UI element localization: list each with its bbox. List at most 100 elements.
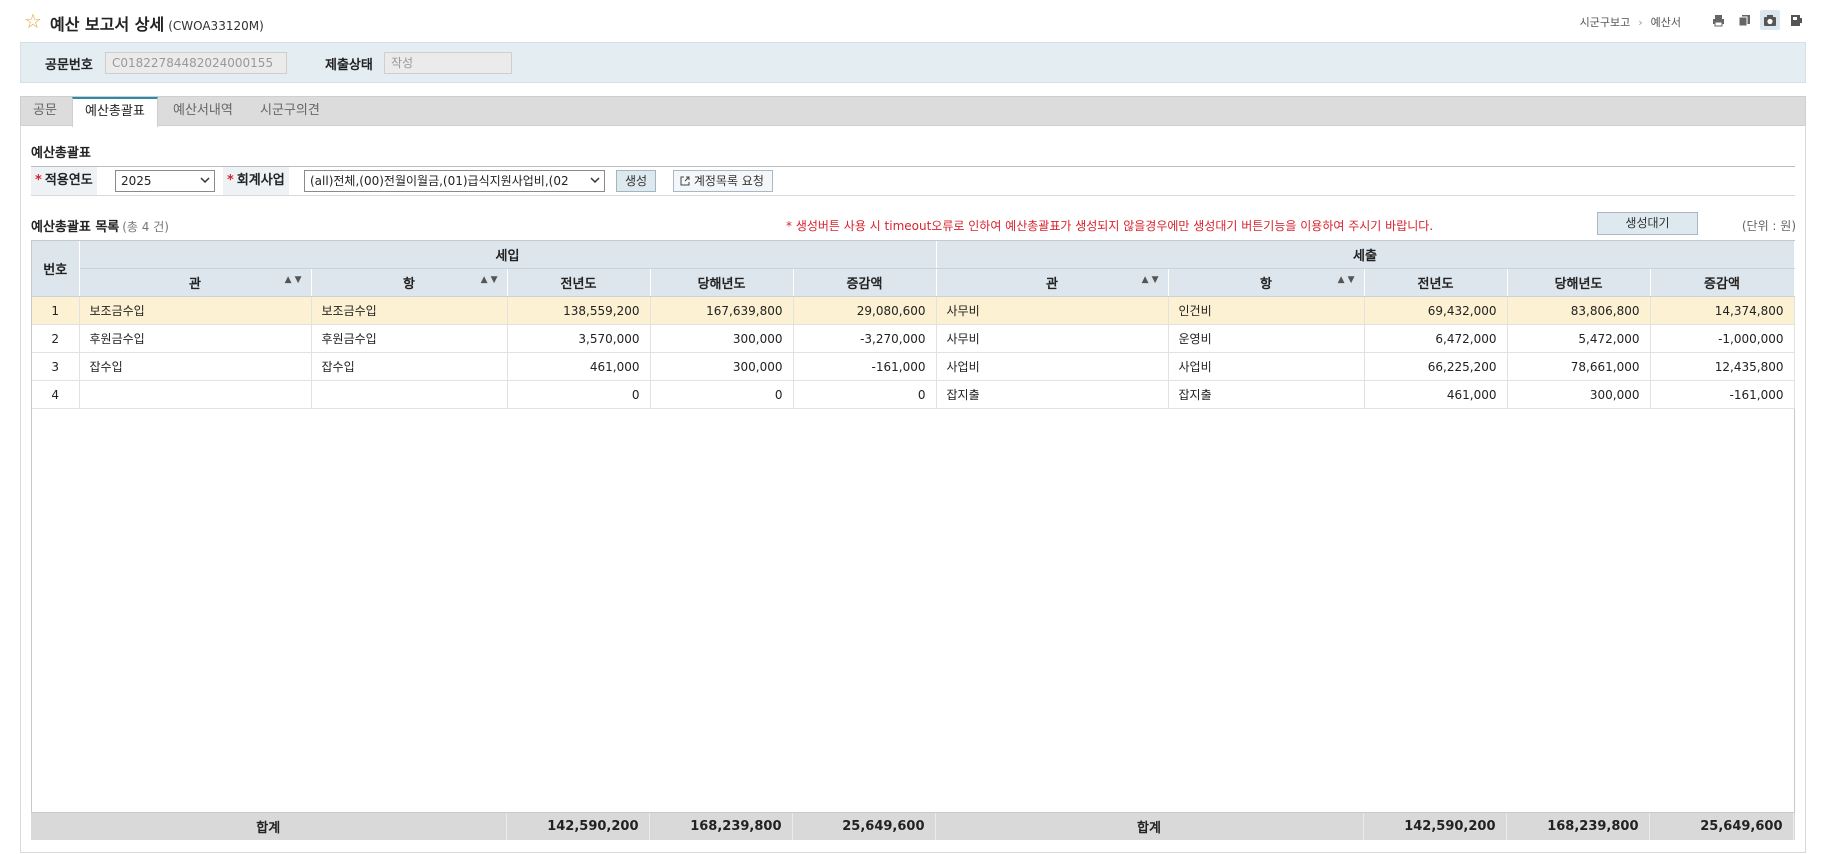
table-row[interactable]: 2 후원금수입 후원금수입 3,570,000 300,000 -3,270,0… <box>32 324 1795 353</box>
breadcrumb: 시군구보고 › 예산서 <box>1580 14 1681 30</box>
cell-income-hang: 후원금수입 <box>311 324 508 353</box>
col-header-income-hang[interactable]: 항 ▲▼ <box>311 268 508 297</box>
status-label: 제출상태 <box>325 58 373 73</box>
timeout-warning: * 생성버튼 사용 시 timeout오류로 인하여 예산총괄표가 생성되지 않… <box>786 219 1434 233</box>
create-button[interactable]: 생성 <box>616 170 657 192</box>
copy-icon[interactable] <box>1734 10 1754 30</box>
year-select[interactable]: 2025 <box>115 170 215 192</box>
cell-no: 3 <box>32 352 80 381</box>
sort-filter-icon[interactable]: ▲▼ <box>1142 275 1162 285</box>
cell-expense-diff: 12,435,800 <box>1650 352 1795 381</box>
tab-budget-details[interactable]: 예산서내역 <box>161 97 245 126</box>
col-header-income-diff: 증감액 <box>793 268 937 297</box>
cell-expense-prev: 66,225,200 <box>1364 352 1508 381</box>
col-header-expense-hang[interactable]: 항 ▲▼ <box>1168 268 1365 297</box>
tab-official-doc[interactable]: 공문 <box>21 97 69 126</box>
cell-income-diff: -161,000 <box>793 352 937 381</box>
cell-income-gwan <box>79 380 312 409</box>
table-row[interactable]: 3 잡수입 잡수입 461,000 300,000 -161,000 사업비 사… <box>32 352 1795 381</box>
list-count: (총 4 건) <box>122 220 169 234</box>
cell-income-curr: 0 <box>650 380 794 409</box>
wait-generate-button[interactable]: 생성대기 <box>1597 212 1698 235</box>
sort-filter-icon[interactable]: ▲▼ <box>481 275 501 285</box>
budget-summary-grid: 번호 세입 세출 관 ▲▼ 항 ▲▼ 전년도 당해년도 증감액 관 ▲▼ 항 ▲▼ 전년… <box>31 240 1795 840</box>
col-header-no: 번호 <box>32 241 80 297</box>
chevron-down-icon <box>200 171 210 191</box>
cell-income-hang <box>311 380 508 409</box>
sort-filter-icon[interactable]: ▲▼ <box>285 275 305 285</box>
sort-filter-icon[interactable]: ▲▼ <box>1338 275 1358 285</box>
total-income-diff: 25,649,600 <box>792 813 936 840</box>
settings-icon[interactable] <box>1786 10 1806 30</box>
header-toolbar <box>1708 10 1806 30</box>
cell-income-gwan: 후원금수입 <box>79 324 312 353</box>
cell-expense-curr: 78,661,000 <box>1507 352 1651 381</box>
cell-expense-prev: 69,432,000 <box>1364 296 1508 325</box>
cell-income-gwan: 잡수입 <box>79 352 312 381</box>
external-link-icon <box>680 174 694 188</box>
col-group-income: 세입 <box>79 241 937 269</box>
cell-expense-gwan: 사무비 <box>936 296 1169 325</box>
camera-icon[interactable] <box>1760 10 1780 30</box>
tab-budget-summary[interactable]: 예산총괄표 <box>72 97 158 127</box>
doc-no-field[interactable]: C01822784482024000155 <box>105 52 287 74</box>
cell-income-diff: 29,080,600 <box>793 296 937 325</box>
tab-bar: 공문 예산총괄표 예산서내역 시군구의견 <box>20 96 1806 127</box>
cell-income-prev: 0 <box>507 380 651 409</box>
cell-no: 1 <box>32 296 80 325</box>
cell-expense-diff: 14,374,800 <box>1650 296 1795 325</box>
cell-expense-gwan: 잡지출 <box>936 380 1169 409</box>
page-title: 예산 보고서 상세 (CWOA33120M) <box>50 11 264 35</box>
col-header-expense-gwan[interactable]: 관 ▲▼ <box>936 268 1169 297</box>
account-label: * 회계사업 <box>223 167 289 195</box>
total-expense-label: 합계 <box>935 813 1364 840</box>
cell-income-curr: 300,000 <box>650 324 794 353</box>
favorite-star-icon[interactable]: ☆ <box>24 10 42 32</box>
table-row[interactable]: 4 0 0 0 잡지출 잡지출 461,000 300,000 -161,000 <box>32 380 1795 409</box>
total-expense-diff: 25,649,600 <box>1649 813 1794 840</box>
col-header-expense-curr: 당해년도 <box>1507 268 1651 297</box>
cell-expense-hang: 운영비 <box>1168 324 1365 353</box>
status-field[interactable]: 작성 <box>384 52 512 74</box>
page-header: ☆ 예산 보고서 상세 (CWOA33120M) 시군구보고 › 예산서 <box>0 0 1826 42</box>
cell-expense-hang: 사업비 <box>1168 352 1365 381</box>
col-header-expense-prev: 전년도 <box>1364 268 1508 297</box>
page-code: (CWOA33120M) <box>168 19 264 33</box>
cell-expense-prev: 461,000 <box>1364 380 1508 409</box>
cell-no: 4 <box>32 380 80 409</box>
col-header-expense-diff: 증감액 <box>1650 268 1795 297</box>
cell-expense-curr: 83,806,800 <box>1507 296 1651 325</box>
breadcrumb-separator-icon: › <box>1638 16 1643 29</box>
total-income-prev: 142,590,200 <box>506 813 650 840</box>
info-bar: 공문번호 C01822784482024000155 제출상태 작성 <box>20 42 1806 83</box>
list-title: 예산총괄표 목록 (총 4 건) <box>31 220 169 235</box>
account-request-button[interactable]: 계정목록 요청 <box>673 170 773 192</box>
grid-total-row: 합계 142,590,200 168,239,800 25,649,600 합계… <box>31 812 1795 840</box>
cell-income-gwan: 보조금수입 <box>79 296 312 325</box>
cell-expense-diff: -161,000 <box>1650 380 1795 409</box>
cell-expense-gwan: 사무비 <box>936 324 1169 353</box>
cell-income-prev: 138,559,200 <box>507 296 651 325</box>
cell-income-hang: 잡수입 <box>311 352 508 381</box>
cell-income-hang: 보조금수입 <box>311 296 508 325</box>
print-icon[interactable] <box>1708 10 1728 30</box>
page-title-text: 예산 보고서 상세 <box>50 15 165 34</box>
total-income-label: 합계 <box>31 813 507 840</box>
col-group-expense: 세출 <box>936 241 1795 269</box>
filter-bar: * 적용연도 2025 * 회계사업 (all)전체,(00)전월이월금,(01)급… <box>31 166 1795 196</box>
cell-expense-prev: 6,472,000 <box>1364 324 1508 353</box>
cell-expense-curr: 300,000 <box>1507 380 1651 409</box>
table-row[interactable]: 1 보조금수입 보조금수입 138,559,200 167,639,800 29… <box>32 296 1795 325</box>
total-expense-curr: 168,239,800 <box>1506 813 1650 840</box>
breadcrumb-item[interactable]: 시군구보고 <box>1580 16 1631 29</box>
cell-expense-hang: 인건비 <box>1168 296 1365 325</box>
account-select[interactable]: (all)전체,(00)전월이월금,(01)급식지원사업비,(02 <box>304 170 605 192</box>
cell-expense-gwan: 사업비 <box>936 352 1169 381</box>
col-header-income-gwan[interactable]: 관 ▲▼ <box>79 268 312 297</box>
cell-income-prev: 3,570,000 <box>507 324 651 353</box>
section-title: 예산총괄표 <box>31 146 91 161</box>
cell-expense-hang: 잡지출 <box>1168 380 1365 409</box>
cell-income-diff: 0 <box>793 380 937 409</box>
breadcrumb-item[interactable]: 예산서 <box>1651 16 1681 29</box>
tab-district-opinion[interactable]: 시군구의견 <box>248 97 332 126</box>
